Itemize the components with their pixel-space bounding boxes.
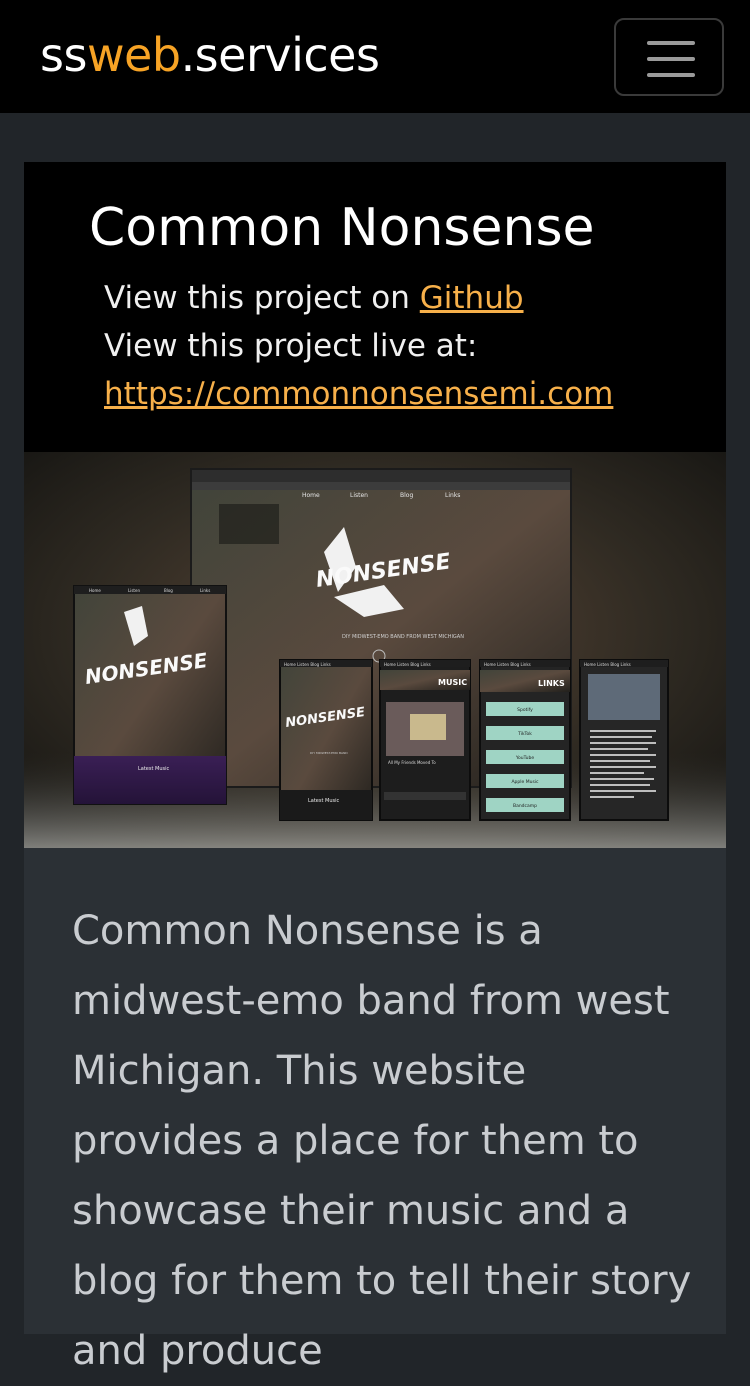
navbar: ssweb.services <box>0 0 750 113</box>
brand-accent: web <box>86 28 181 82</box>
svg-text:All My Friends Moved To: All My Friends Moved To <box>388 760 436 765</box>
link-youtube: YouTube <box>515 755 535 761</box>
svg-text:Blog: Blog <box>164 588 173 593</box>
links-heading: LINKS <box>538 679 565 688</box>
github-link[interactable]: Github <box>420 280 524 316</box>
svg-text:Latest Music: Latest Music <box>308 798 340 804</box>
svg-text:Home Listen Blog Links: Home Listen Blog Links <box>484 662 531 667</box>
phone-mockup-blog: Home Listen Blog Links <box>579 659 669 821</box>
live-line: https://commonnonsensemi.com <box>104 376 613 412</box>
link-apple-music: Apple Music <box>511 779 539 785</box>
desktop-nav-listen: Listen <box>350 492 368 499</box>
brand-prefix: ss <box>40 28 87 82</box>
live-label: View this project live at: <box>104 328 478 364</box>
desktop-nav-links: Links <box>445 492 460 499</box>
project-screenshot: Home Listen Blog Links NONSENSE DIY MIDW… <box>24 452 726 848</box>
desktop-tagline: DIY MIDWEST-EMO BAND FROM WEST MICHIGAN <box>342 634 464 640</box>
menu-toggle-button[interactable] <box>614 18 724 96</box>
brand-suffix: .services <box>180 28 380 82</box>
svg-text:Home Listen Blog Links: Home Listen Blog Links <box>284 662 331 667</box>
link-spotify: Spotify <box>517 707 533 713</box>
link-tiktok: TikTok <box>517 731 532 737</box>
project-description: Common Nonsense is a midwest-emo band fr… <box>72 908 692 1374</box>
link-bandcamp: Bandcamp <box>513 803 537 809</box>
tablet-latest-music: Latest Music <box>138 766 170 772</box>
phone-mockup-home: Home Listen Blog Links NONSENSE DIY MIDW… <box>279 659 373 821</box>
svg-text:Home Listen Blog Links: Home Listen Blog Links <box>584 662 631 667</box>
svg-text:Home: Home <box>89 588 101 593</box>
github-prefix: View this project on <box>104 280 420 316</box>
brand-logo[interactable]: ssweb.services <box>40 28 380 82</box>
project-title: Common Nonsense <box>89 198 595 258</box>
phone-mockup-links: Home Listen Blog Links LINKS Spotify Tik… <box>479 659 571 821</box>
desktop-nav-blog: Blog <box>400 492 413 499</box>
music-heading: MUSIC <box>438 678 467 687</box>
desktop-nav-home: Home <box>302 492 320 499</box>
project-header: Common Nonsense View this project on Git… <box>24 162 726 452</box>
phone-mockup-music: Home Listen Blog Links MUSIC All My Frie… <box>379 659 471 821</box>
svg-text:DIY MIDWEST-EMO BAND: DIY MIDWEST-EMO BAND <box>310 751 348 755</box>
tablet-mockup: Home Listen Blog Links NONSENSE Latest M… <box>73 585 227 805</box>
svg-text:Home Listen Blog Links: Home Listen Blog Links <box>384 662 431 667</box>
project-card: Common Nonsense View this project on Git… <box>24 162 726 1374</box>
github-line: View this project on Github <box>104 280 524 316</box>
svg-text:Listen: Listen <box>128 588 140 593</box>
live-url-link[interactable]: https://commonnonsensemi.com <box>104 376 613 412</box>
svg-text:Links: Links <box>200 588 210 593</box>
